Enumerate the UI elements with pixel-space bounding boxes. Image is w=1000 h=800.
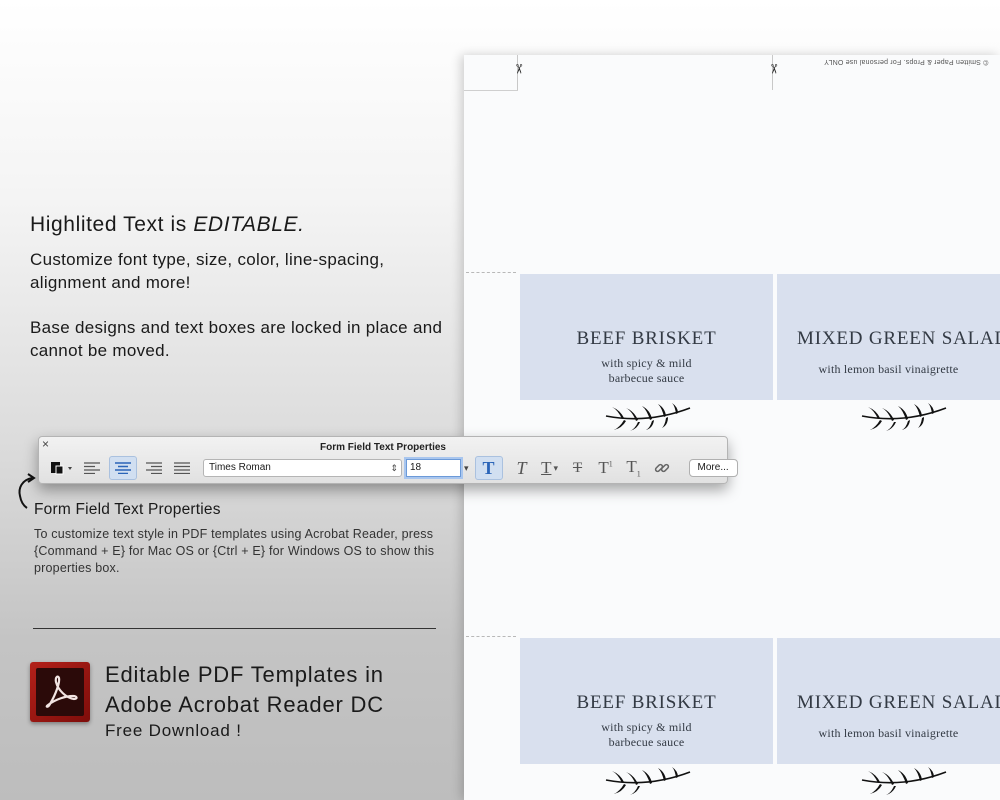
card-dish-description[interactable]: with spicy & mild barbecue sauce (520, 720, 773, 750)
strikethrough-button[interactable]: T (567, 457, 589, 479)
promo-title-line1: Editable PDF Templates in (105, 662, 384, 687)
underline-button[interactable]: T ▾ (539, 457, 561, 479)
font-family-select[interactable]: Times Roman ⇕ (203, 459, 402, 477)
intro-body: Customize font type, size, color, line-s… (30, 248, 450, 384)
card-dish-name[interactable]: MIXED GREEN SALAD (797, 328, 1000, 350)
promo-title: Editable PDF Templates in Adobe Acrobat … (105, 660, 384, 720)
align-right-icon (146, 462, 162, 474)
link-icon (654, 463, 669, 473)
dashed-cut-line (466, 272, 516, 273)
text-color-button[interactable] (49, 457, 75, 479)
justify-icon (174, 462, 190, 474)
regular-text-icon: T (482, 457, 495, 478)
leaf-sprig-icon (605, 403, 691, 431)
superscript-icon: T1 (598, 458, 613, 477)
regular-text-button[interactable]: T (474, 456, 503, 480)
help-body: To customize text style in PDF templates… (34, 527, 435, 575)
superscript-button[interactable]: T1 (595, 457, 617, 479)
align-center-button[interactable] (109, 456, 137, 480)
font-size-input[interactable]: 18 (406, 459, 461, 477)
card-dish-description[interactable]: with lemon basil vinaigrette (777, 726, 1000, 741)
align-right-button[interactable] (143, 457, 165, 479)
font-family-value: Times Roman (209, 462, 271, 473)
more-button[interactable]: More... (688, 459, 738, 477)
card-dish-name[interactable]: BEEF BRISKET (520, 692, 773, 714)
leaf-sprig-icon (861, 767, 947, 795)
help-title: Form Field Text Properties (34, 501, 221, 518)
align-center-icon (115, 462, 131, 474)
section-divider (33, 628, 436, 629)
scissors-icon: ✂ (511, 63, 527, 75)
underline-icon: T (541, 458, 552, 477)
leaf-sprig-icon (861, 403, 947, 431)
subscript-icon: T1 (626, 457, 641, 479)
card-dish-name[interactable]: MIXED GREEN SALAD (797, 692, 1000, 714)
scissors-icon: ✂ (766, 63, 782, 75)
place-card[interactable]: BEEF BRISKET with spicy & mild barbecue … (520, 638, 773, 764)
toolbar-controls: Times Roman ⇕ 18 ▾ T T T ▾ T T1 T1 More.… (49, 456, 738, 480)
align-left-icon (84, 462, 100, 474)
strikethrough-icon: T (572, 459, 583, 476)
text-properties-toolbar: × Form Field Text Properties Times Roman… (38, 436, 738, 484)
place-card[interactable]: MIXED GREEN SALAD with lemon basil vinai… (777, 638, 1000, 764)
cut-line (464, 90, 518, 91)
chevron-down-icon[interactable]: ▾ (464, 463, 469, 474)
place-card[interactable]: BEEF BRISKET with spicy & mild barbecue … (520, 274, 773, 400)
dashed-cut-line (466, 636, 516, 637)
justify-button[interactable] (171, 457, 193, 479)
place-card[interactable]: MIXED GREEN SALAD with lemon basil vinai… (777, 274, 1000, 400)
intro-title-prefix: Highlited Text is (30, 213, 194, 236)
chevron-updown-icon: ⇕ (390, 463, 398, 473)
card-dish-description[interactable]: with spicy & mild barbecue sauce (520, 356, 773, 386)
subscript-button[interactable]: T1 (623, 457, 645, 479)
promo-subtitle[interactable]: Free Download ! (105, 721, 242, 741)
chevron-down-icon: ▾ (553, 462, 558, 473)
link-button[interactable] (651, 457, 673, 479)
text-color-icon (51, 462, 72, 475)
italic-button[interactable]: T (511, 457, 533, 479)
align-left-button[interactable] (81, 457, 103, 479)
toolbar-title: Form Field Text Properties (320, 442, 446, 453)
intro-title: Highlited Text is EDITABLE. (30, 213, 305, 237)
promo-title-line2: Adobe Acrobat Reader DC (105, 692, 384, 717)
italic-icon: T (516, 457, 527, 478)
card-dish-name[interactable]: BEEF BRISKET (520, 328, 773, 350)
intro-paragraph-customize: Customize font type, size, color, line-s… (30, 250, 385, 292)
intro-title-emphasis: EDITABLE. (193, 213, 305, 236)
copyright-note: © Smitten Paper & Props. For personal us… (824, 58, 989, 65)
card-dish-description[interactable]: with lemon basil vinaigrette (777, 362, 1000, 377)
intro-paragraph-locked: Base designs and text boxes are locked i… (30, 318, 443, 360)
acrobat-logo-icon (30, 662, 90, 722)
leaf-sprig-icon (605, 767, 691, 795)
